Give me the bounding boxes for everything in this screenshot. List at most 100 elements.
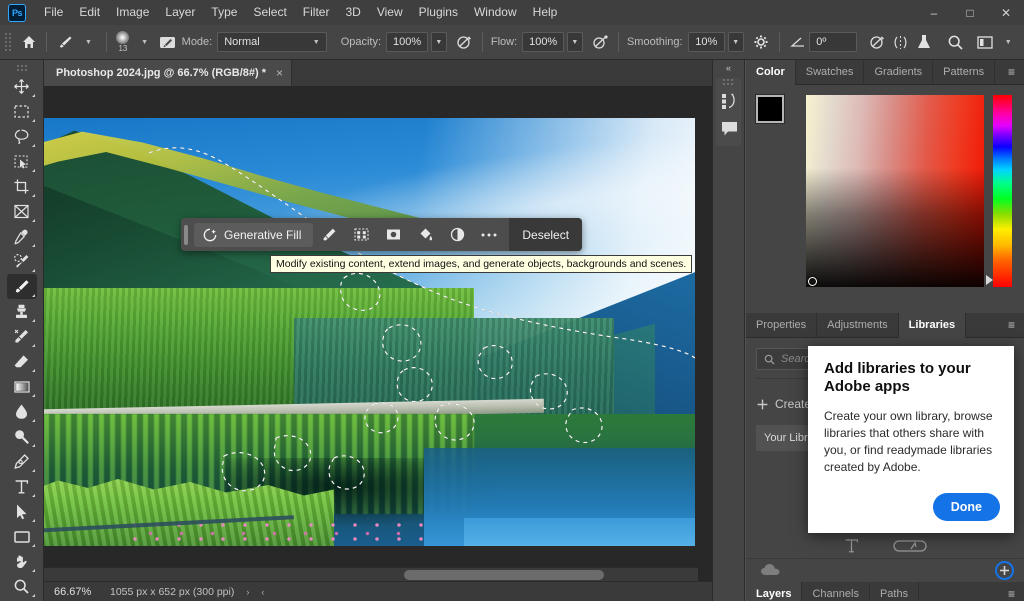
- flask-icon[interactable]: [912, 29, 935, 55]
- clone-stamp-tool[interactable]: [7, 299, 37, 324]
- brush-panel-toggle-icon[interactable]: [156, 29, 179, 55]
- select-subject-button[interactable]: [313, 218, 345, 251]
- panel-menu-icon[interactable]: ≡: [999, 313, 1024, 338]
- hand-tool[interactable]: [7, 549, 37, 574]
- menu-item-edit[interactable]: Edit: [71, 0, 108, 25]
- frame-tool[interactable]: [7, 199, 37, 224]
- path-selection-tool[interactable]: [7, 499, 37, 524]
- type-tool[interactable]: [7, 474, 37, 499]
- airbrush-flow-icon[interactable]: [589, 29, 612, 55]
- spot-healing-brush-tool[interactable]: [7, 249, 37, 274]
- menu-item-image[interactable]: Image: [108, 0, 157, 25]
- tab-properties[interactable]: Properties: [746, 312, 818, 338]
- generative-fill-button[interactable]: Generative Fill: [194, 222, 314, 247]
- menu-item-file[interactable]: File: [36, 0, 71, 25]
- brush-tool[interactable]: [6, 274, 37, 299]
- tab-color[interactable]: Color: [746, 59, 796, 85]
- history-brush-tool[interactable]: [7, 324, 37, 349]
- rail-grip[interactable]: [722, 78, 735, 86]
- eraser-tool[interactable]: [7, 349, 37, 374]
- document-tab[interactable]: Photoshop 2024.jpg @ 66.7% (RGB/8#) * ×: [44, 60, 293, 86]
- tab-layers[interactable]: Layers: [746, 581, 803, 601]
- workspace-icon[interactable]: [973, 29, 996, 55]
- canvas-horizontal-scrollbar[interactable]: [44, 567, 698, 581]
- home-icon[interactable]: [17, 29, 40, 55]
- tab-paths[interactable]: Paths: [870, 581, 920, 601]
- flow-slider-caret-icon[interactable]: ▼: [567, 32, 583, 52]
- tablet-pressure-size-icon[interactable]: [865, 29, 888, 55]
- rectangle-tool[interactable]: [7, 524, 37, 549]
- tools-panel-grip[interactable]: [15, 64, 28, 72]
- crop-tool[interactable]: [7, 174, 37, 199]
- comments-panel-icon[interactable]: [716, 114, 743, 142]
- eyedropper-tool[interactable]: [7, 224, 37, 249]
- minimize-button[interactable]: –: [916, 0, 952, 25]
- menu-item-help[interactable]: Help: [525, 0, 566, 25]
- brush-preset-caret-icon[interactable]: ▼: [77, 29, 100, 55]
- symmetry-icon[interactable]: [889, 29, 912, 55]
- search-icon[interactable]: [944, 29, 967, 55]
- menu-item-select[interactable]: Select: [245, 0, 294, 25]
- close-button[interactable]: ✕: [988, 0, 1024, 25]
- hue-slider[interactable]: [986, 95, 1012, 287]
- more-options-button[interactable]: [473, 218, 505, 251]
- menu-item-filter[interactable]: Filter: [295, 0, 338, 25]
- add-layer-mask-button[interactable]: [377, 218, 409, 251]
- blur-tool[interactable]: [7, 399, 37, 424]
- history-panel-icon[interactable]: [716, 86, 743, 114]
- gradient-tool[interactable]: [7, 374, 37, 399]
- document-image[interactable]: [44, 118, 695, 546]
- pressure-opacity-icon[interactable]: [453, 29, 476, 55]
- blend-mode-select[interactable]: Normal ▼: [217, 32, 327, 52]
- cloud-icon[interactable]: [760, 563, 784, 578]
- brush-angle-input[interactable]: 0º: [809, 32, 858, 52]
- flow-input[interactable]: 100%: [522, 32, 565, 52]
- zoom-tool[interactable]: [7, 574, 37, 599]
- brush-preset-icon[interactable]: [53, 29, 76, 55]
- menu-item-view[interactable]: View: [369, 0, 411, 25]
- tab-gradients[interactable]: Gradients: [864, 59, 934, 85]
- deselect-button[interactable]: Deselect: [509, 218, 583, 251]
- canvas-area[interactable]: Generative Fill Deselect Modify existing…: [44, 86, 712, 581]
- close-icon[interactable]: ×: [276, 66, 283, 80]
- smoothing-input[interactable]: 10%: [687, 32, 726, 52]
- opacity-input[interactable]: 100%: [386, 32, 429, 52]
- hue-slider-marker[interactable]: [986, 275, 993, 285]
- drag-handle[interactable]: [184, 224, 188, 245]
- brush-settings-caret-icon[interactable]: ▼: [133, 29, 156, 55]
- adjustment-layer-button[interactable]: [441, 218, 473, 251]
- scrollbar-thumb[interactable]: [404, 570, 604, 580]
- zoom-level[interactable]: 66.67%: [44, 586, 104, 598]
- menu-item-type[interactable]: Type: [203, 0, 245, 25]
- move-tool[interactable]: [7, 74, 37, 99]
- rectangular-marquee-tool[interactable]: [7, 99, 37, 124]
- opacity-slider-caret-icon[interactable]: ▼: [431, 32, 447, 52]
- select-and-mask-button[interactable]: [345, 218, 377, 251]
- brush-size-preview[interactable]: 13: [113, 29, 133, 55]
- status-collapse-icon[interactable]: ‹: [255, 587, 270, 597]
- menu-item-window[interactable]: Window: [466, 0, 525, 25]
- tab-libraries[interactable]: Libraries: [898, 312, 967, 338]
- tab-adjustments[interactable]: Adjustments: [817, 312, 899, 338]
- lasso-tool[interactable]: [7, 124, 37, 149]
- foreground-color-swatch[interactable]: [756, 95, 784, 123]
- status-expand-icon[interactable]: ›: [240, 587, 255, 597]
- panel-menu-icon[interactable]: ≡: [999, 582, 1024, 601]
- smoothing-slider-caret-icon[interactable]: ▼: [728, 32, 744, 52]
- fill-selection-button[interactable]: [409, 218, 441, 251]
- add-library-button[interactable]: [995, 561, 1014, 580]
- panel-menu-icon[interactable]: ≡: [999, 60, 1024, 85]
- dodge-tool[interactable]: [7, 424, 37, 449]
- menu-item-plugins[interactable]: Plugins: [411, 0, 466, 25]
- object-selection-tool[interactable]: [7, 149, 37, 174]
- link-icon[interactable]: [892, 538, 927, 554]
- type-t-icon[interactable]: [844, 538, 859, 554]
- color-field-marker[interactable]: [808, 277, 817, 286]
- collapse-panels-button[interactable]: «: [713, 60, 744, 76]
- gear-icon[interactable]: [750, 29, 773, 55]
- tab-channels[interactable]: Channels: [802, 581, 870, 601]
- menu-item-3d[interactable]: 3D: [337, 0, 368, 25]
- menu-item-layer[interactable]: Layer: [157, 0, 203, 25]
- maximize-button[interactable]: □: [952, 0, 988, 25]
- tab-patterns[interactable]: Patterns: [933, 59, 996, 85]
